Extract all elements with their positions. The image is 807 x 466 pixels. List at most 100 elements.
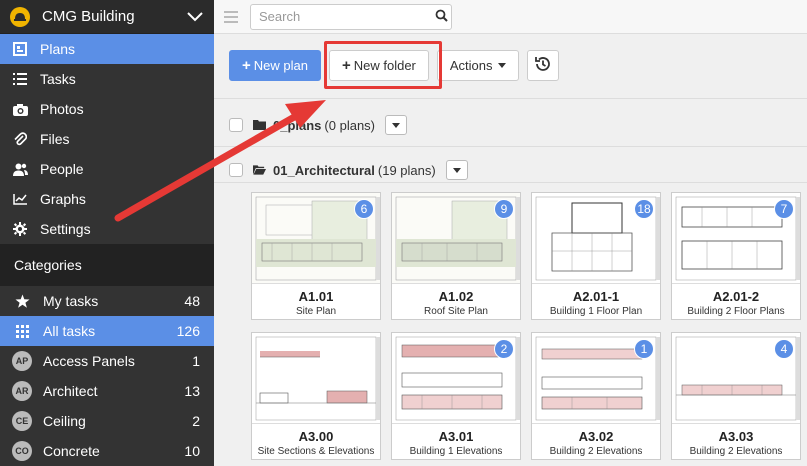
- folder-checkbox[interactable]: [229, 118, 243, 132]
- folder-name: 0_plans: [273, 117, 322, 133]
- plan-code: A3.00: [298, 429, 334, 444]
- plans-toolbar: + New plan + New folder Actions: [229, 41, 567, 89]
- nav-item-plans[interactable]: Plans: [0, 34, 214, 64]
- plan-thumbnail: 1: [532, 333, 660, 424]
- category-concrete[interactable]: CO Concrete 10: [0, 436, 214, 466]
- plan-name: Building 1 Elevations: [409, 446, 503, 457]
- nav-item-graphs[interactable]: Graphs: [0, 184, 214, 214]
- category-label: Architect: [43, 383, 98, 399]
- nav-item-settings[interactable]: Settings: [0, 214, 214, 244]
- plan-card[interactable]: A3.00 Site Sections & Elevations: [251, 332, 381, 460]
- folder-icon: [253, 119, 266, 132]
- task-count-badge: 1: [634, 339, 654, 359]
- plan-name: Site Sections & Elevations: [257, 446, 375, 457]
- plan-card[interactable]: 6 A1.01 Site Plan: [251, 192, 381, 320]
- plus-icon: +: [242, 57, 251, 74]
- category-label: My tasks: [43, 293, 99, 309]
- plan-code: A3.01: [438, 429, 474, 444]
- nav-item-files[interactable]: Files: [0, 124, 214, 154]
- plan-name: Roof Site Plan: [424, 306, 488, 317]
- graph-icon: [12, 191, 28, 207]
- nav-item-photos[interactable]: Photos: [0, 94, 214, 124]
- actions-button[interactable]: Actions: [436, 50, 519, 81]
- nav-item-people[interactable]: People: [0, 154, 214, 184]
- categories-header: Categories: [0, 244, 214, 286]
- search-box: [250, 3, 452, 30]
- category-count: 10: [184, 443, 200, 459]
- plan-name: Building 2 Elevations: [689, 446, 783, 457]
- plans-icon: [12, 41, 28, 57]
- history-button[interactable]: [526, 50, 559, 81]
- tasks-icon: [12, 71, 28, 87]
- plan-thumbnail: 7: [672, 193, 800, 284]
- category-all-tasks[interactable]: All tasks 126: [0, 316, 214, 346]
- caret-down-icon: [497, 63, 506, 68]
- category-ceiling[interactable]: CE Ceiling 2: [0, 406, 214, 436]
- people-icon: [12, 161, 28, 177]
- hardhat-logo-icon: [10, 6, 30, 27]
- nav-item-tasks[interactable]: Tasks: [0, 64, 214, 94]
- plan-code: A3.02: [578, 429, 614, 444]
- plan-thumbnail: 4: [672, 333, 800, 424]
- plan-card[interactable]: 9 A1.02 Roof Site Plan: [391, 192, 521, 320]
- plans-grid: 6 A1.01 Site Plan 9 A1.02 Roof Site Plan…: [251, 192, 801, 460]
- divider: [214, 146, 807, 147]
- folder-count: (0 plans): [324, 117, 375, 133]
- task-count-badge: 9: [494, 199, 514, 219]
- new-folder-button[interactable]: + New folder: [323, 41, 442, 89]
- search-input[interactable]: [259, 9, 435, 24]
- nav-label: Photos: [40, 101, 84, 117]
- actions-label: Actions: [449, 58, 493, 73]
- plan-thumbnail: 9: [392, 193, 520, 284]
- nav-label: Tasks: [40, 71, 76, 87]
- caret-down-icon: [452, 167, 461, 173]
- category-badge: CO: [12, 441, 32, 461]
- plan-thumbnail: 2: [392, 333, 520, 424]
- plan-card[interactable]: 4 A3.03 Building 2 Elevations: [671, 332, 801, 460]
- plan-card[interactable]: 18 A2.01-1 Building 1 Floor Plan: [531, 192, 661, 320]
- hamburger-menu-icon[interactable]: [224, 10, 238, 23]
- task-count-badge: 6: [354, 199, 374, 219]
- new-plan-button[interactable]: + New plan: [229, 50, 321, 81]
- category-label: Concrete: [43, 443, 100, 459]
- sidebar: CMG Building Plans Tasks Photos Files Pe…: [0, 0, 214, 466]
- plan-code: A2.01-1: [572, 289, 620, 304]
- folder-row[interactable]: 01_Architectural (19 plans): [229, 158, 468, 182]
- project-name: CMG Building: [42, 8, 135, 25]
- category-badge: AR: [12, 381, 32, 401]
- folder-menu-dropdown[interactable]: [445, 160, 468, 180]
- folder-row[interactable]: 0_plans (0 plans): [229, 113, 407, 137]
- plan-name: Building 1 Floor Plan: [549, 306, 643, 317]
- plan-card[interactable]: 2 A3.01 Building 1 Elevations: [391, 332, 521, 460]
- search-icon[interactable]: [435, 9, 448, 25]
- folder-menu-dropdown[interactable]: [385, 115, 407, 135]
- plan-name: Building 2 Elevations: [549, 446, 643, 457]
- category-label: Access Panels: [43, 353, 135, 369]
- nav-label: Settings: [40, 221, 91, 237]
- folder-checkbox[interactable]: [229, 163, 243, 177]
- category-access-panels[interactable]: AP Access Panels 1: [0, 346, 214, 376]
- plan-card[interactable]: 1 A3.02 Building 2 Elevations: [531, 332, 661, 460]
- plan-name: Building 2 Floor Plans: [687, 306, 785, 317]
- plan-card[interactable]: 7 A2.01-2 Building 2 Floor Plans: [671, 192, 801, 320]
- category-architect[interactable]: AR Architect 13: [0, 376, 214, 406]
- folder-open-icon: [253, 164, 266, 177]
- plan-thumbnail: 6: [252, 193, 380, 284]
- divider: [214, 98, 807, 99]
- topbar: [214, 0, 807, 34]
- chevron-down-icon[interactable]: [186, 8, 204, 26]
- caret-down-icon: [392, 122, 400, 128]
- plus-icon: +: [341, 57, 351, 74]
- main-nav: Plans Tasks Photos Files People Graphs S…: [0, 34, 214, 244]
- folder-count: (19 plans): [377, 162, 436, 178]
- project-selector[interactable]: CMG Building: [0, 0, 214, 34]
- category-my-tasks[interactable]: My tasks 48: [0, 286, 214, 316]
- gear-icon: [12, 221, 28, 237]
- task-count-badge: 7: [774, 199, 794, 219]
- paperclip-icon: [12, 131, 28, 147]
- plan-code: A3.03: [718, 429, 754, 444]
- new-folder-label: New folder: [353, 58, 416, 73]
- plan-name: Site Plan: [295, 306, 337, 317]
- category-badge: AP: [12, 351, 32, 371]
- category-count: 1: [192, 353, 200, 369]
